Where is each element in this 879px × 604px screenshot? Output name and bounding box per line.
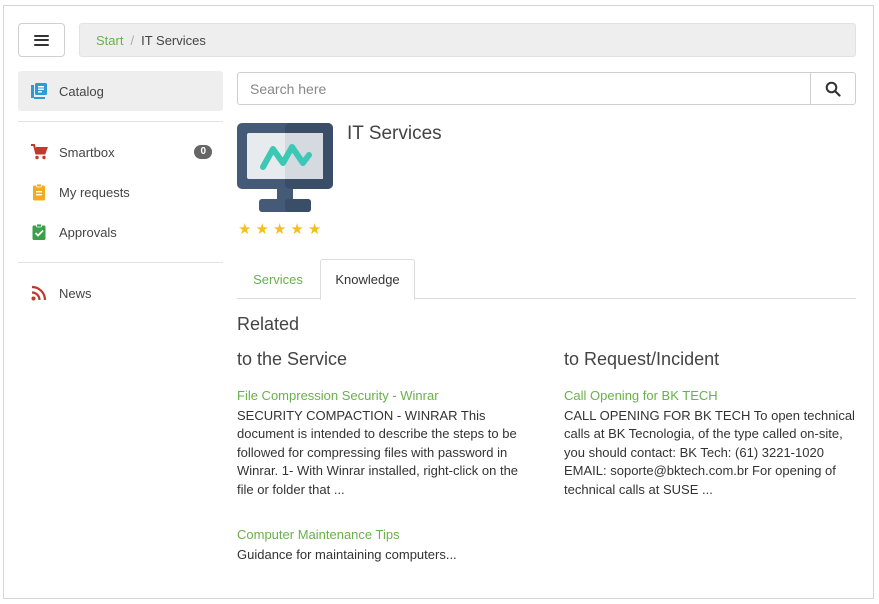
breadcrumb-current: IT Services — [141, 32, 206, 48]
sidebar-divider — [18, 262, 223, 263]
search-icon — [825, 81, 841, 97]
related-heading: Related — [237, 314, 300, 334]
sidebar-item-label: Catalog — [59, 83, 104, 99]
rss-icon — [30, 284, 48, 302]
sidebar-divider — [18, 121, 223, 122]
search-input[interactable] — [238, 73, 810, 104]
star-icon: ★ — [272, 221, 287, 238]
sidebar-item-label: News — [59, 285, 92, 301]
sidebar-item-label: Smartbox — [59, 144, 115, 160]
sidebar-item-label: My requests — [59, 184, 130, 200]
article-link[interactable]: Computer Maintenance Tips — [237, 526, 531, 544]
related-incident-column: to Request/Incident Call Opening for BK … — [564, 349, 858, 499]
breadcrumb: Start / IT Services — [79, 23, 856, 57]
menu-button[interactable] — [18, 23, 65, 57]
service-logo-monitor-icon — [237, 123, 333, 213]
clipboard-icon — [30, 183, 48, 201]
star-icon: ★ — [307, 221, 322, 238]
search-bar — [237, 72, 856, 105]
sidebar-item-news[interactable]: News — [18, 273, 223, 313]
sidebar-item-label: Approvals — [59, 224, 117, 240]
related-service-column: to the Service File Compression Security… — [237, 349, 531, 564]
sidebar-item-smartbox[interactable]: Smartbox 0 — [18, 132, 223, 172]
article-item: Computer Maintenance Tips Guidance for m… — [237, 526, 531, 564]
article-item: Call Opening for BK TECH CALL OPENING FO… — [564, 387, 858, 499]
smartbox-count-badge: 0 — [194, 145, 212, 159]
article-excerpt: SECURITY COMPACTION - WINRAR This docume… — [237, 408, 519, 497]
article-item: File Compression Security - Winrar SECUR… — [237, 387, 531, 499]
cart-icon — [30, 143, 48, 161]
sidebar-item-catalog[interactable]: Catalog — [18, 71, 223, 111]
breadcrumb-start-link[interactable]: Start — [96, 33, 123, 48]
sidebar-item-approvals[interactable]: Approvals — [18, 212, 223, 252]
tab-knowledge[interactable]: Knowledge — [320, 259, 415, 300]
hamburger-icon — [34, 34, 49, 46]
star-icon: ★ — [255, 221, 269, 238]
catalog-icon — [30, 82, 48, 100]
check-clipboard-icon — [30, 223, 48, 241]
breadcrumb-separator: / — [130, 32, 135, 48]
sidebar: Catalog Smartbox 0 My requests Approvals… — [18, 71, 223, 313]
article-link[interactable]: File Compression Security - Winrar — [237, 387, 531, 405]
tab-bar: Services Knowledge — [237, 259, 856, 300]
search-button[interactable] — [810, 73, 855, 104]
column-title: to the Service — [237, 349, 348, 369]
article-link[interactable]: Call Opening for BK TECH — [564, 387, 858, 405]
article-excerpt: Guidance for maintaining computers... — [237, 547, 457, 563]
rating-stars: ★ ★ ★ ★ ★ — [238, 221, 321, 238]
article-excerpt: CALL OPENING FOR BK TECH To open technic… — [564, 408, 855, 497]
star-icon: ★ — [238, 221, 252, 238]
sidebar-item-my-requests[interactable]: My requests — [18, 172, 223, 212]
column-title: to Request/Incident — [564, 349, 720, 369]
star-icon: ★ — [290, 221, 304, 238]
tab-services[interactable]: Services — [237, 259, 319, 299]
page-title: IT Services — [347, 123, 442, 144]
